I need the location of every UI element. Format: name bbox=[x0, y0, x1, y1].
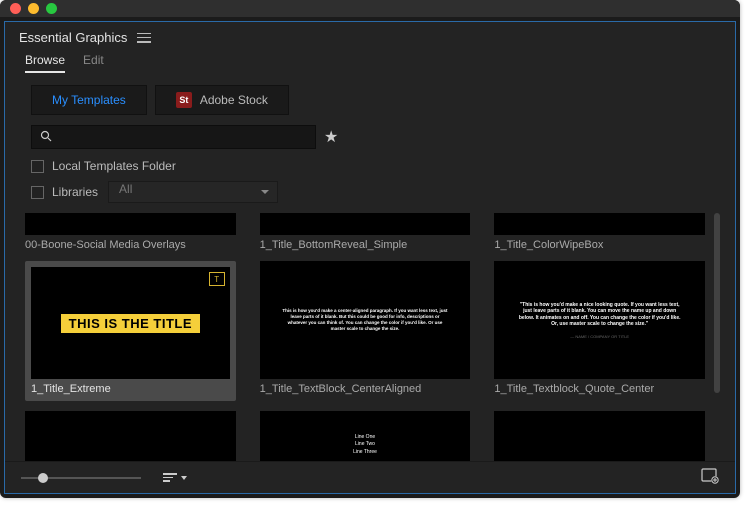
adobe-stock-icon: St bbox=[176, 92, 192, 108]
template-thumbnail: Line One Line Two Line Three bbox=[260, 411, 471, 461]
favorite-filter-icon[interactable]: ★ bbox=[324, 127, 338, 147]
tab-edit[interactable]: Edit bbox=[83, 53, 104, 73]
template-thumbnail bbox=[494, 411, 705, 461]
check-libraries[interactable]: Libraries bbox=[31, 185, 98, 199]
template-item-selected[interactable]: T THIS IS THE TITLE 1_Title_Extreme bbox=[25, 261, 236, 401]
typography-icon: T bbox=[209, 272, 225, 286]
template-thumbnail: "This is how you'd make a nice looking q… bbox=[494, 261, 705, 379]
sort-button[interactable] bbox=[163, 473, 187, 482]
template-thumbnail: T THIS IS THE TITLE bbox=[31, 267, 230, 379]
sort-icon bbox=[163, 473, 177, 482]
template-thumbnail bbox=[25, 213, 236, 235]
template-item[interactable]: 00-Boone-Social Media Overlays bbox=[25, 213, 236, 251]
template-thumbnail bbox=[260, 213, 471, 235]
template-label: 1_Title_TextBlock_CenterAligned bbox=[260, 383, 471, 395]
template-preview-body: "This is how you'd make a nice looking q… bbox=[518, 302, 681, 328]
panel-menu-icon[interactable] bbox=[137, 33, 151, 43]
template-item[interactable]: This is how you'd make a center-aligned … bbox=[260, 261, 471, 401]
template-preview-title: THIS IS THE TITLE bbox=[61, 314, 200, 333]
template-thumbnail bbox=[494, 213, 705, 235]
filter-adobe-stock[interactable]: St Adobe Stock bbox=[155, 85, 289, 115]
template-label: 1_Title_ColorWipeBox bbox=[494, 239, 705, 251]
tab-browse[interactable]: Browse bbox=[25, 53, 65, 73]
panel-title: Essential Graphics bbox=[19, 30, 127, 45]
slider-knob[interactable] bbox=[38, 473, 48, 483]
template-label: 1_Title_BottomReveal_Simple bbox=[260, 239, 471, 251]
template-preview-subtitle: — NAME / COMPANY OR TITLE bbox=[570, 334, 629, 339]
template-item[interactable]: 1_Title_BottomReveal_Simple bbox=[260, 213, 471, 251]
template-item[interactable] bbox=[494, 411, 705, 461]
template-label: 1_Title_Extreme bbox=[31, 383, 230, 395]
checkbox-local-templates[interactable] bbox=[31, 160, 44, 173]
scrollbar[interactable] bbox=[713, 213, 721, 461]
check-local-templates[interactable]: Local Templates Folder bbox=[31, 159, 709, 173]
template-preview-lines: Line One Line Two Line Three bbox=[353, 434, 377, 457]
search-field[interactable] bbox=[31, 125, 316, 149]
checkbox-libraries[interactable] bbox=[31, 186, 44, 199]
template-thumbnail: This is how you'd make a center-aligned … bbox=[260, 261, 471, 379]
libraries-select[interactable]: All bbox=[108, 181, 278, 203]
template-item[interactable]: "This is how you'd make a nice looking q… bbox=[494, 261, 705, 401]
template-label: 1_Title_Textblock_Quote_Center bbox=[494, 383, 705, 395]
search-input[interactable] bbox=[58, 130, 307, 144]
minimize-window-button[interactable] bbox=[28, 3, 39, 14]
template-item[interactable] bbox=[25, 411, 236, 461]
new-item-button[interactable] bbox=[701, 468, 719, 487]
maximize-window-button[interactable] bbox=[46, 3, 57, 14]
close-window-button[interactable] bbox=[10, 3, 21, 14]
search-icon bbox=[40, 130, 52, 145]
template-item[interactable]: 1_Title_ColorWipeBox bbox=[494, 213, 705, 251]
template-label: 00-Boone-Social Media Overlays bbox=[25, 239, 236, 251]
scrollbar-thumb[interactable] bbox=[714, 213, 720, 393]
chevron-down-icon bbox=[181, 476, 187, 480]
filter-my-templates[interactable]: My Templates bbox=[31, 85, 147, 115]
template-preview-body: This is how you'd make a center-aligned … bbox=[282, 308, 449, 331]
titlebar bbox=[0, 0, 740, 17]
thumbnail-size-slider[interactable] bbox=[21, 477, 141, 479]
template-thumbnail bbox=[25, 411, 236, 461]
template-item[interactable]: Line One Line Two Line Three bbox=[260, 411, 471, 461]
